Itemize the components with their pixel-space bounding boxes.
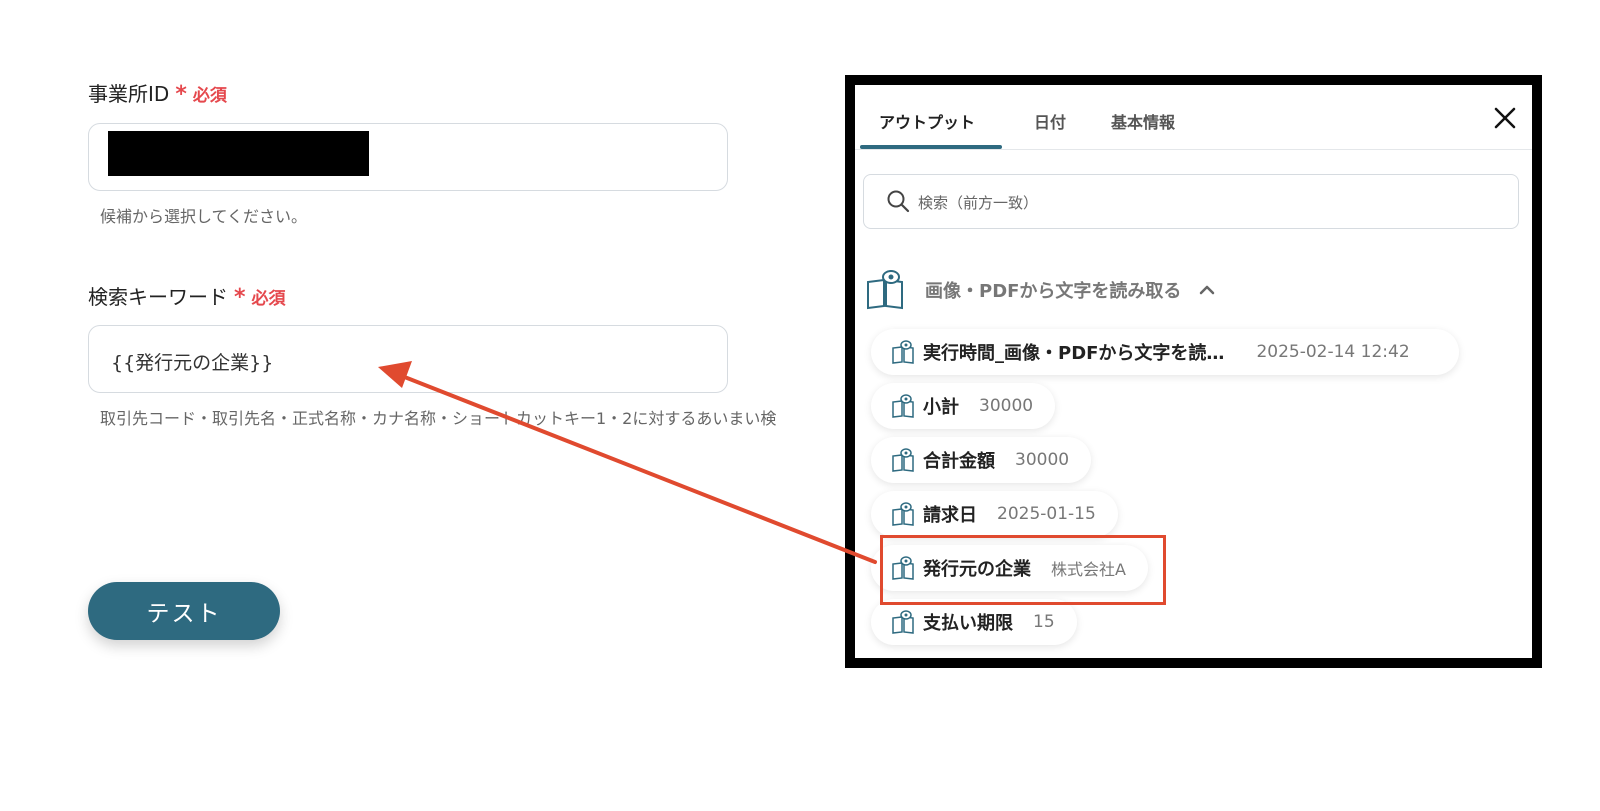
search-field[interactable]: 検索（前方一致） <box>863 174 1519 229</box>
book-eye-icon <box>892 610 914 634</box>
search-placeholder: 検索（前方一致） <box>918 194 1039 212</box>
output-item-value: 30000 <box>979 396 1034 416</box>
book-eye-icon <box>867 270 903 310</box>
keyword-label-text: 検索キーワード <box>88 285 228 309</box>
required-star: * <box>234 285 246 310</box>
output-item-total[interactable]: 合計金額 30000 <box>871 437 1092 483</box>
output-item-value: 2025-02-14 12:42 <box>1256 342 1410 362</box>
required-star: * <box>175 82 187 107</box>
tab-date[interactable]: 日付 <box>1034 109 1066 133</box>
highlight-box <box>880 535 1166 605</box>
output-picker-panel: アウトプット 日付 基本情報 検索（前方一致） 画像・PDFから文字を読み取る … <box>845 75 1542 668</box>
test-button[interactable]: テスト <box>88 582 280 640</box>
office-id-help: 候補から選択してください。 <box>100 207 308 226</box>
book-eye-icon <box>892 448 914 472</box>
output-item-invoice-date[interactable]: 請求日 2025-01-15 <box>871 491 1118 537</box>
tab-bar: アウトプット 日付 基本情報 <box>855 85 1532 150</box>
book-eye-icon <box>892 394 914 418</box>
output-item-name: 小計 <box>923 397 959 418</box>
redacted-value <box>108 131 369 176</box>
keyword-help: 取引先コード・取引先名・正式名称・カナ名称・ショートカットキー1・2に対するあい… <box>100 409 777 428</box>
close-icon[interactable] <box>1492 105 1518 131</box>
tab-basic-info[interactable]: 基本情報 <box>1111 109 1175 133</box>
output-item-name: 実行時間_画像・PDFから文字を読… <box>923 343 1225 364</box>
search-icon <box>887 190 910 213</box>
required-text: 必須 <box>251 289 286 309</box>
office-id-label: 事業所ID * 必須 <box>88 78 227 107</box>
book-eye-icon <box>892 502 914 526</box>
tab-output[interactable]: アウトプット <box>879 109 975 133</box>
keyword-label: 検索キーワード * 必須 <box>88 281 286 310</box>
output-item-name: 請求日 <box>923 505 977 526</box>
keyword-input[interactable]: {{発行元の企業}} <box>88 325 728 393</box>
required-text: 必須 <box>192 86 227 106</box>
section-header[interactable]: 画像・PDFから文字を読み取る <box>865 265 1215 315</box>
output-item-value: 15 <box>1033 612 1055 632</box>
output-item-value: 2025-01-15 <box>997 504 1096 524</box>
output-item-name: 支払い期限 <box>923 613 1013 634</box>
output-item-due[interactable]: 支払い期限 15 <box>871 599 1077 645</box>
output-item-exec-time[interactable]: 実行時間_画像・PDFから文字を読… 2025-02-14 12:42 <box>871 329 1459 375</box>
section-label: 画像・PDFから文字を読み取る <box>925 281 1182 302</box>
keyword-input-value: {{発行元の企業}} <box>111 352 274 374</box>
active-tab-indicator <box>860 145 1002 149</box>
output-item-name: 合計金額 <box>923 451 995 472</box>
output-item-subtotal[interactable]: 小計 30000 <box>871 383 1056 429</box>
office-id-label-text: 事業所ID <box>88 82 170 106</box>
output-item-value: 30000 <box>1015 450 1070 470</box>
chevron-up-icon[interactable] <box>1199 284 1215 296</box>
book-eye-icon <box>892 340 914 364</box>
